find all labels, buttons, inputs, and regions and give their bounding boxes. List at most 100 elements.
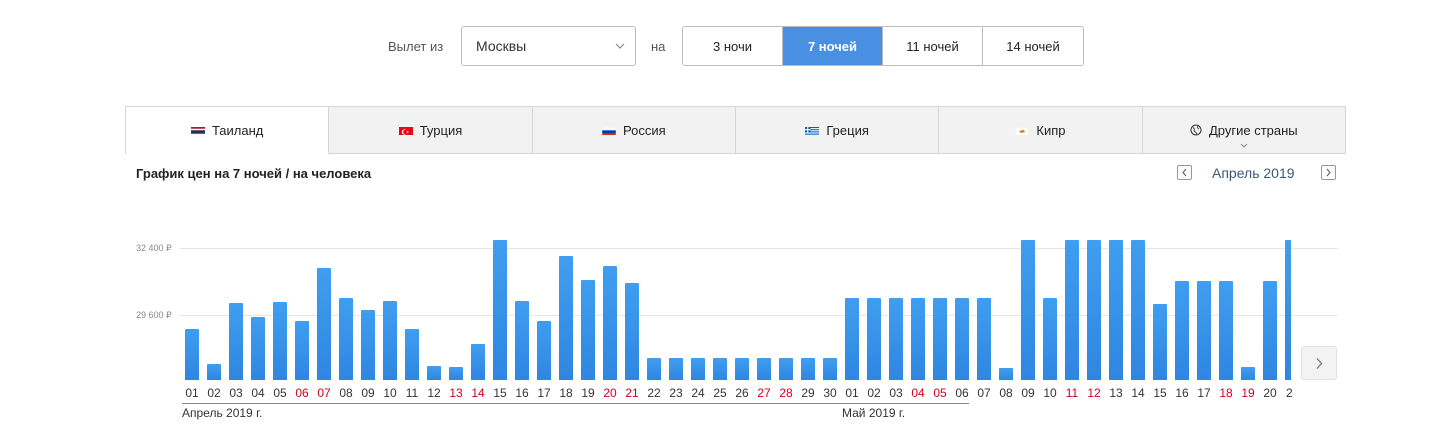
price-bar[interactable] [383,301,397,380]
price-bar[interactable] [1197,280,1211,380]
price-bar[interactable] [1219,280,1233,380]
x-tick-label: 23 [669,386,683,400]
y-tick-label: 32 400 ₽ [136,243,172,253]
price-bar[interactable] [1175,280,1189,380]
price-bar[interactable] [1241,366,1255,380]
price-bar[interactable] [1021,240,1035,380]
price-bar[interactable] [1109,240,1123,380]
price-bar[interactable] [515,301,529,380]
x-tick-label: 05 [273,386,287,400]
price-bar[interactable] [273,301,287,380]
price-bar[interactable] [911,298,925,380]
x-tick-label: 13 [1109,386,1123,400]
price-bar[interactable] [955,298,969,380]
chart-scroll-right-button[interactable] [1301,346,1337,380]
x-tick-label: 09 [361,386,375,400]
month-separator-line [182,403,969,404]
price-bar[interactable] [251,317,265,380]
x-tick-label: 20 [1263,386,1277,400]
price-bar[interactable] [361,310,375,380]
x-tick-label: 27 [757,386,771,400]
x-tick-label: 17 [537,386,551,400]
x-tick-label: 06 [295,386,309,400]
price-bar[interactable] [537,321,551,380]
x-tick-label: 09 [1021,386,1035,400]
price-bar[interactable] [845,298,859,380]
price-bar[interactable] [713,357,727,380]
price-bar[interactable] [1263,280,1277,380]
price-bar[interactable] [1065,240,1079,380]
x-tick-label: 10 [1043,386,1057,400]
x-tick-label: 25 [713,386,727,400]
price-bar[interactable] [823,357,837,380]
price-bar[interactable] [1153,303,1167,380]
x-tick-label: 14 [1131,386,1145,400]
x-tick-label: 05 [933,386,947,400]
x-tick-label: 18 [1219,386,1233,400]
x-tick-label: 28 [779,386,793,400]
x-tick-label: 11 [405,386,419,400]
price-bar[interactable] [493,240,507,380]
x-tick-label: 12 [427,386,441,400]
y-tick-label: 29 600 ₽ [136,310,172,320]
price-bar[interactable] [207,363,221,380]
price-chart: 32 400 ₽ 29 600 ₽ Апрель 2019 г. Май 201… [0,0,1438,429]
x-tick-label: 06 [955,386,969,400]
x-tick-label: 07 [977,386,991,400]
price-bar[interactable] [581,279,595,380]
x-tick-label: 10 [383,386,397,400]
price-bar[interactable] [1043,298,1057,380]
price-bar[interactable] [691,357,705,380]
x-tick-label: 15 [1153,386,1167,400]
price-bar[interactable] [735,357,749,380]
price-bar[interactable] [1285,240,1291,380]
gridline [180,248,1338,249]
price-bar[interactable] [295,321,309,380]
x-tick-label: 24 [691,386,705,400]
price-bar[interactable] [779,357,793,380]
price-bar[interactable] [317,268,331,380]
chevron-right-icon [1316,357,1323,369]
price-bar[interactable] [559,255,573,380]
price-bar[interactable] [471,344,485,380]
x-tick-label: 26 [735,386,749,400]
x-tick-label: 21 [625,386,639,400]
x-tick-label: 15 [493,386,507,400]
price-bar[interactable] [625,283,639,380]
x-tick-label: 22 [647,386,661,400]
x-tick-label: 01 [185,386,199,400]
price-bar[interactable] [185,329,199,380]
x-tick-label: 19 [1241,386,1255,400]
price-bar[interactable] [889,298,903,380]
x-tick-label: 04 [251,386,265,400]
price-bar[interactable] [427,365,441,380]
x-tick-label: 12 [1087,386,1101,400]
price-bar[interactable] [1087,240,1101,380]
x-tick-label: 13 [449,386,463,400]
price-bar[interactable] [801,357,815,380]
price-bar[interactable] [647,357,661,380]
price-bar[interactable] [229,302,243,380]
x-tick-label: 2 [1286,386,1293,400]
x-tick-label: 11 [1065,386,1079,400]
x-tick-label: 30 [823,386,837,400]
price-bar[interactable] [977,298,991,380]
price-bar[interactable] [757,357,771,380]
price-bar[interactable] [449,366,463,380]
x-tick-label: 02 [867,386,881,400]
price-bar[interactable] [339,298,353,380]
x-tick-label: 20 [603,386,617,400]
price-bar[interactable] [1131,240,1145,380]
price-bar[interactable] [867,298,881,380]
x-tick-label: 16 [515,386,529,400]
x-tick-label: 16 [1175,386,1189,400]
x-tick-label: 03 [229,386,243,400]
price-bar[interactable] [933,298,947,380]
x-tick-label: 07 [317,386,331,400]
price-bar[interactable] [603,266,617,380]
x-tick-label: 04 [911,386,925,400]
price-bar[interactable] [999,367,1013,380]
price-bar[interactable] [669,357,683,380]
price-bar[interactable] [405,329,419,380]
month-label-may: Май 2019 г. [842,406,906,420]
